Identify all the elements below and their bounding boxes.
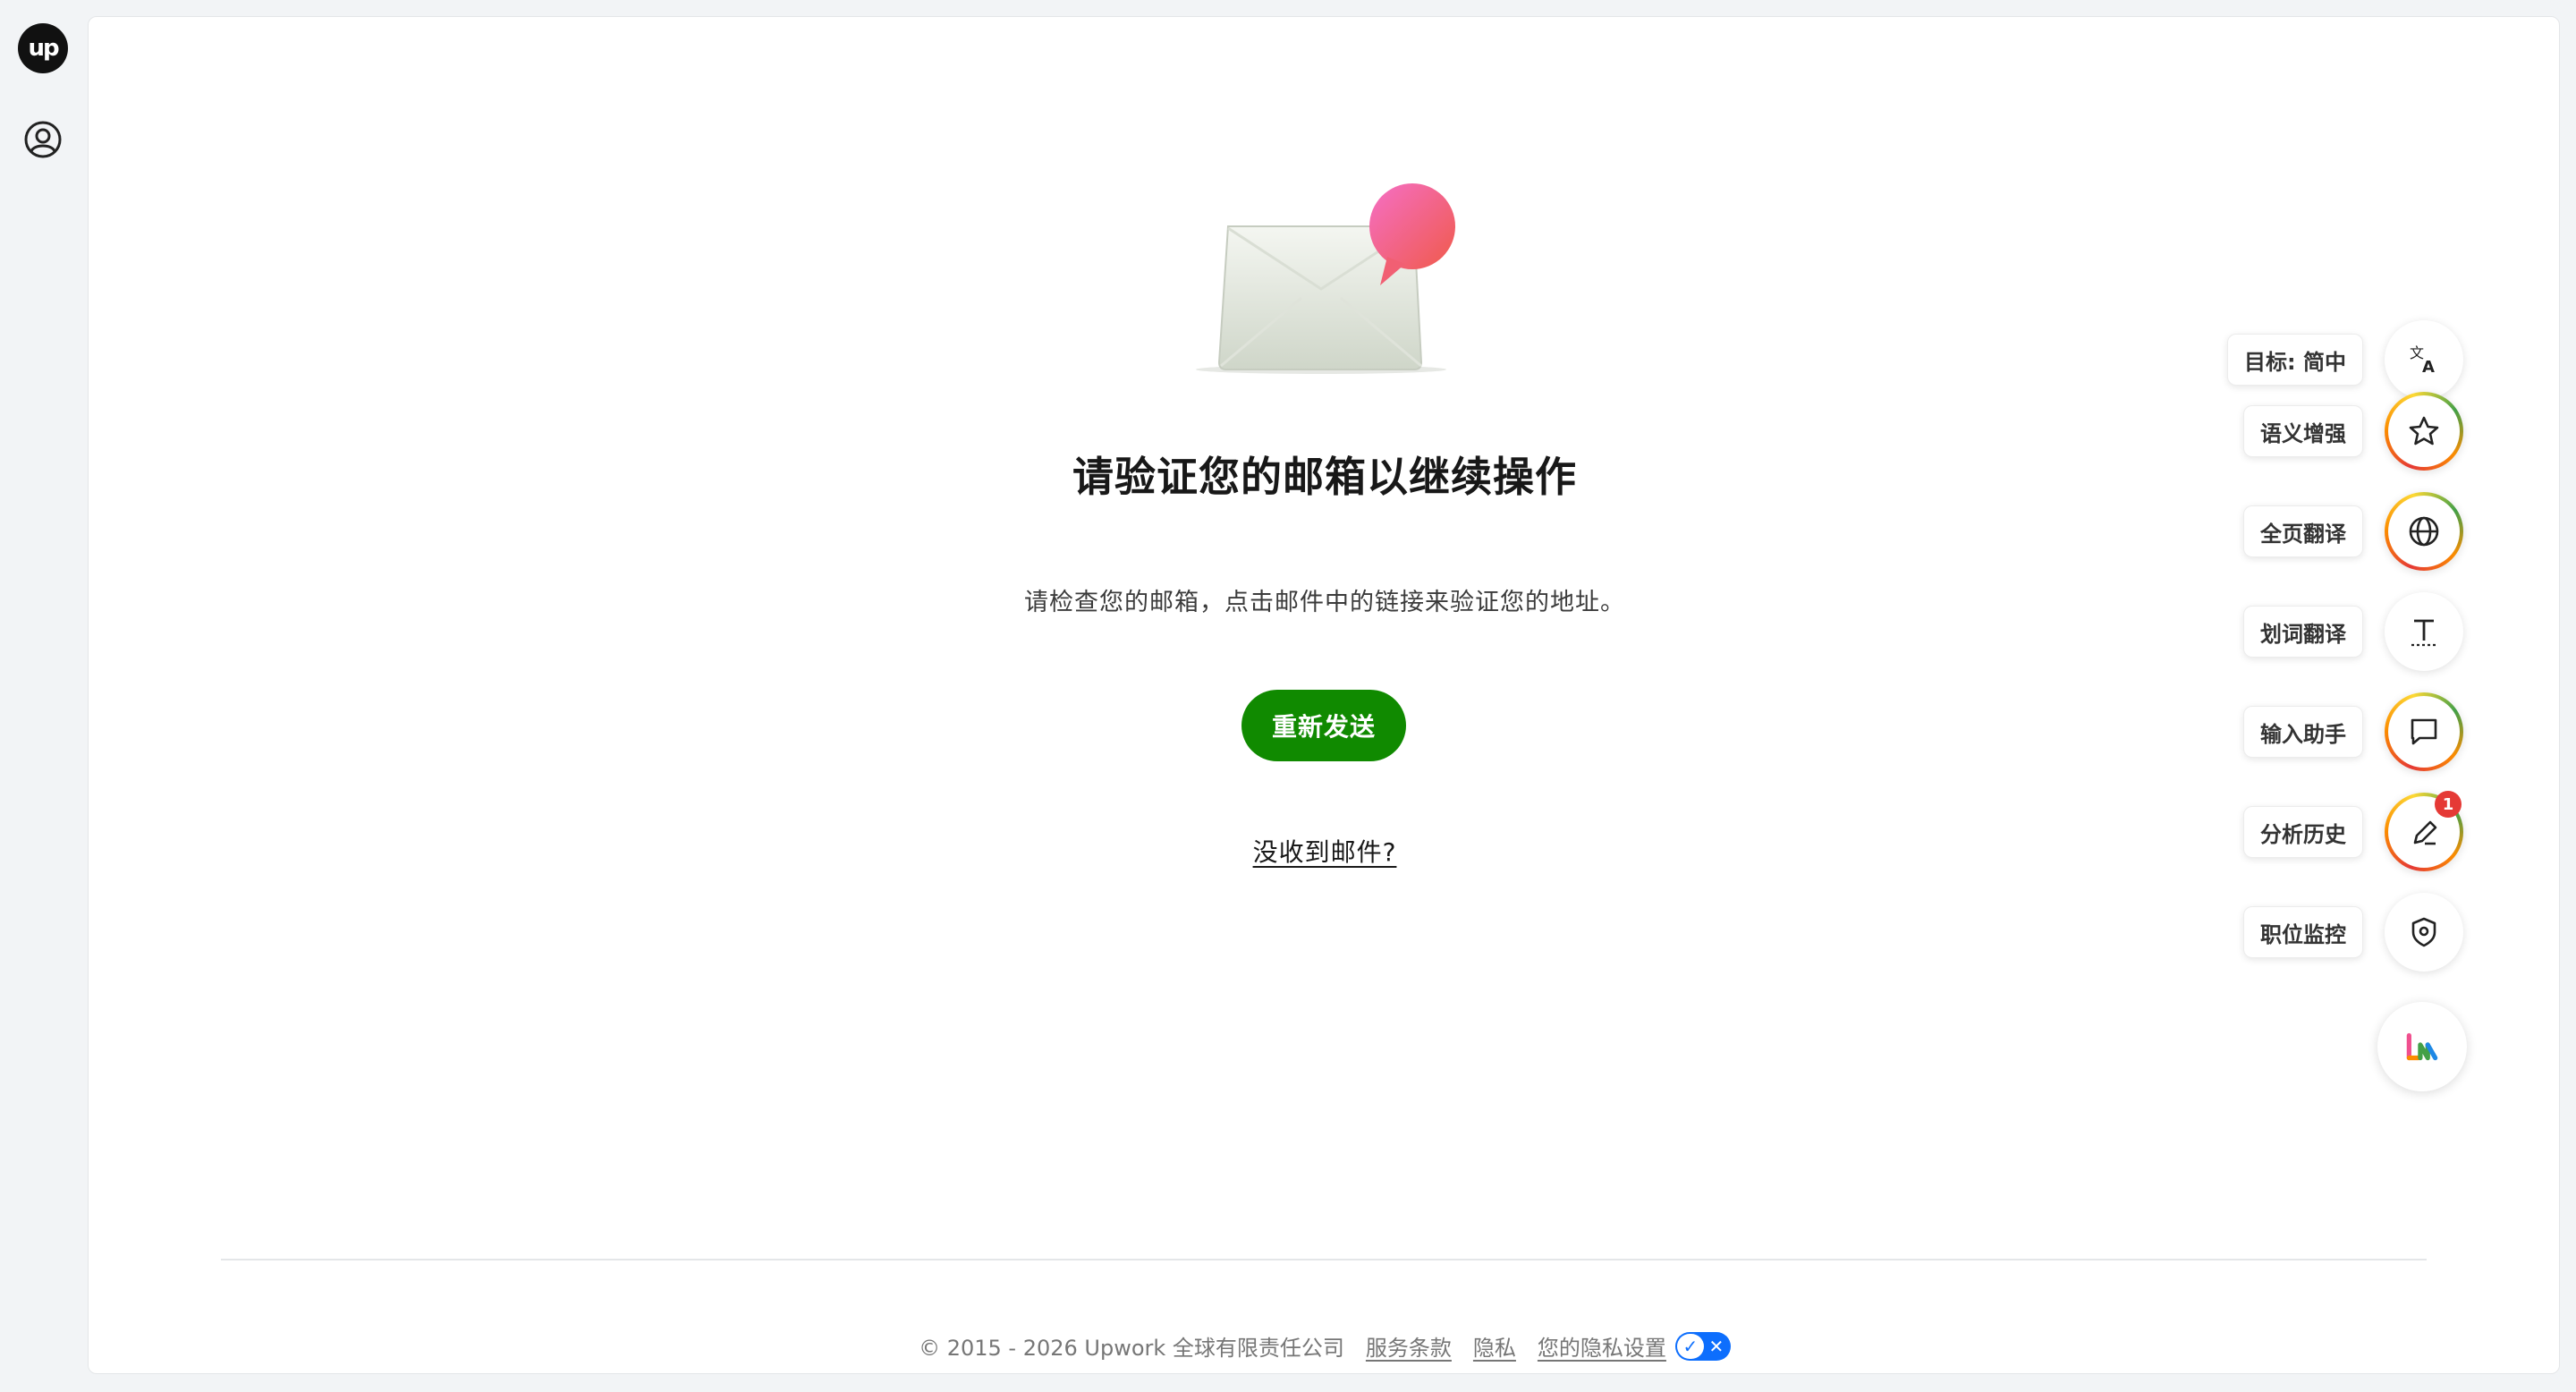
- shield-icon[interactable]: [2385, 893, 2463, 972]
- toolbar-job-monitor: 职位监控: [2243, 889, 2463, 975]
- text-select-icon[interactable]: [2385, 592, 2463, 671]
- verification-description: 请检查您的邮箱，点击邮件中的链接来验证您的地址。: [1024, 589, 1625, 616]
- page-title: 请验证您的邮箱以继续操作: [1072, 453, 1577, 501]
- email-envelope-illustration: [1196, 183, 1455, 374]
- upwork-logo[interactable]: up: [18, 23, 68, 73]
- left-rail: up: [0, 0, 86, 1392]
- plugin-logo-icon: [2406, 1032, 2438, 1061]
- toolbar-label[interactable]: 分析历史: [2243, 806, 2363, 858]
- toolbar-full-page-translate: 全页翻译: [2243, 488, 2463, 574]
- toolbar-label[interactable]: 职位监控: [2243, 906, 2363, 958]
- translate-icon[interactable]: 文 A: [2385, 320, 2463, 399]
- toolbar-input-assistant: 输入助手: [2243, 689, 2463, 775]
- footer: © 2015 - 2026 Upwork 全球有限责任公司 服务条款 隐私 您的…: [89, 1330, 2561, 1362]
- toolbar-label[interactable]: 语义增强: [2243, 405, 2363, 457]
- globe-icon[interactable]: [2385, 492, 2463, 571]
- check-icon: ✓: [1676, 1333, 1704, 1359]
- privacy-link[interactable]: 隐私: [1473, 1330, 1516, 1362]
- pen-icon[interactable]: 1: [2385, 791, 2463, 871]
- privacy-settings-group: 您的隐私设置 ✓ ✕: [1538, 1330, 1731, 1362]
- terms-link[interactable]: 服务条款: [1366, 1330, 1452, 1362]
- toolbar-selection-translate: 划词翻译: [2243, 589, 2463, 675]
- main-card: 请验证您的邮箱以继续操作 请检查您的邮箱，点击邮件中的链接来验证您的地址。 重新…: [88, 16, 2560, 1374]
- no-email-help: 没收到邮件?: [89, 833, 2561, 869]
- notification-badge: 1: [2435, 791, 2462, 818]
- close-icon: ✕: [1708, 1335, 1724, 1357]
- toolbar-label[interactable]: 输入助手: [2243, 706, 2363, 758]
- privacy-settings-link[interactable]: 您的隐私设置: [1538, 1330, 1666, 1362]
- footer-divider: [221, 1259, 2427, 1260]
- toolbar-label[interactable]: 目标: 简中: [2227, 334, 2363, 386]
- resend-button[interactable]: 重新发送: [1241, 690, 1406, 761]
- toolbar-semantic-enhance: 语义增强: [2243, 388, 2463, 474]
- user-profile-icon[interactable]: [23, 120, 63, 159]
- no-email-link[interactable]: 没收到邮件?: [1253, 837, 1397, 867]
- translation-plugin-logo-button[interactable]: [2377, 1002, 2467, 1091]
- toolbar-label[interactable]: 全页翻译: [2243, 505, 2363, 557]
- privacy-choices-toggle[interactable]: ✓ ✕: [1674, 1331, 1731, 1361]
- svg-text:A: A: [2422, 358, 2435, 377]
- toolbar-label[interactable]: 划词翻译: [2243, 606, 2363, 658]
- star-icon[interactable]: [2385, 392, 2463, 471]
- copyright-text: © 2015 - 2026 Upwork 全球有限责任公司: [919, 1336, 1344, 1361]
- toolbar-analysis-history: 分析历史 1: [2243, 789, 2463, 875]
- chat-bubble-icon[interactable]: [2385, 692, 2463, 771]
